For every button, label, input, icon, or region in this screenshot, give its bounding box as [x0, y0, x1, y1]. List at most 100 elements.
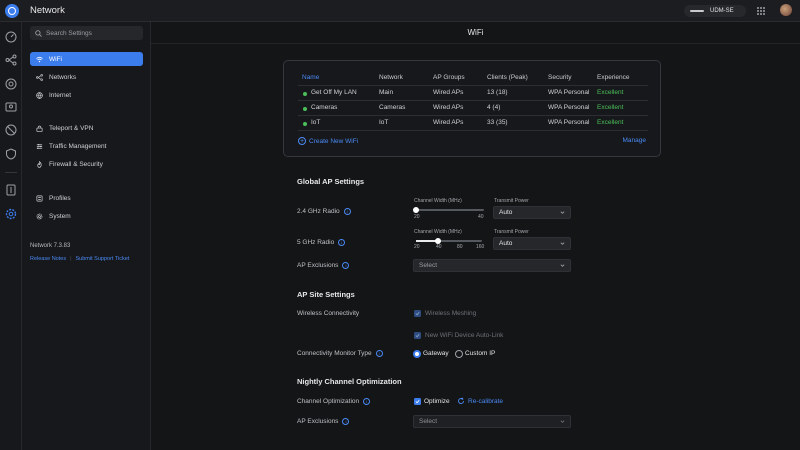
- radio-24-label: 2.4 GHz Radio: [297, 208, 340, 215]
- sidebar-item-system[interactable]: System: [30, 209, 143, 223]
- table-row[interactable]: IoT IoT Wired APs 33 (35) WPA Personal E…: [284, 116, 662, 130]
- table-row[interactable]: Cameras Cameras Wired APs 4 (4) WPA Pers…: [284, 101, 662, 115]
- settings-icon[interactable]: [5, 208, 17, 220]
- nightly-heading: Nightly Channel Optimization: [297, 377, 402, 386]
- status-dot: [303, 91, 307, 96]
- column-header-network[interactable]: Network: [379, 74, 403, 81]
- create-wifi-button[interactable]: + Create New WiFi: [298, 137, 358, 145]
- devices-icon[interactable]: [5, 78, 17, 90]
- release-notes-link[interactable]: Release Notes: [30, 256, 66, 262]
- channel-width-label-24: Channel Width (MHz): [414, 198, 462, 204]
- column-header-clients[interactable]: Clients (Peak): [487, 74, 528, 81]
- ap-exclusions-label: AP Exclusions: [297, 262, 339, 269]
- slider-handle[interactable]: [413, 206, 419, 213]
- sidebar-item-label: Internet: [49, 91, 72, 99]
- sidebar-item-label: Traffic Management: [49, 142, 107, 150]
- manage-link[interactable]: Manage: [623, 137, 647, 144]
- check-icon: [415, 311, 420, 316]
- optimize-checkbox[interactable]: [414, 398, 421, 405]
- wifi-networks-card: Name Network AP Groups Clients (Peak) Se…: [283, 60, 661, 157]
- gear-icon: [36, 213, 43, 219]
- cell-clients: 33 (35): [487, 119, 508, 126]
- table-row[interactable]: Get Off My LAN Main Wired APs 13 (18) WP…: [284, 86, 662, 100]
- select-value: Auto: [499, 240, 513, 247]
- info-icon[interactable]: i: [338, 239, 346, 246]
- channel-width-slider-24[interactable]: [413, 206, 484, 213]
- connectivity-monitor-label: Connectivity Monitor Type: [297, 350, 372, 357]
- cell-ap-groups: Wired APs: [433, 89, 464, 96]
- tick-label: 20: [414, 244, 420, 250]
- sidebar-item-traffic-management[interactable]: Traffic Management: [30, 139, 143, 153]
- column-header-ap-groups[interactable]: AP Groups: [433, 74, 465, 81]
- info-icon[interactable]: i: [343, 208, 351, 215]
- rail-divider: [5, 172, 17, 173]
- cell-ap-groups: Wired APs: [433, 119, 464, 126]
- cell-security: WPA Personal: [548, 119, 590, 126]
- search-icon: [35, 29, 42, 37]
- slider-handle[interactable]: [434, 237, 441, 244]
- sidebar-item-label: System: [49, 212, 71, 220]
- gateway-radio[interactable]: [413, 350, 421, 358]
- nightly-ap-exclusions-label: AP Exclusions: [297, 418, 339, 425]
- check-icon: [415, 333, 420, 338]
- search-box[interactable]: [30, 26, 143, 40]
- channel-width-slider-5[interactable]: [416, 237, 482, 244]
- nightly-ap-exclusions-label-row: AP Exclusions i: [297, 418, 350, 425]
- sidebar-item-wifi[interactable]: WiFi: [30, 52, 143, 66]
- wireless-meshing-label: Wireless Meshing: [425, 310, 477, 317]
- clients-icon[interactable]: [5, 101, 17, 113]
- ap-exclusions-select[interactable]: Select: [413, 259, 571, 272]
- column-header-experience[interactable]: Experience: [597, 74, 630, 81]
- recalibrate-button[interactable]: Re-calibrate: [457, 397, 503, 405]
- tick-label: 20: [414, 214, 420, 220]
- traffic-icon: [36, 143, 43, 149]
- info-icon[interactable]: i: [363, 398, 371, 405]
- sidebar-item-teleport-vpn[interactable]: Teleport & VPN: [30, 121, 143, 135]
- tick-label: 160: [476, 244, 485, 250]
- select-value: Select: [419, 262, 438, 269]
- insights-icon[interactable]: [5, 124, 17, 136]
- column-header-name[interactable]: Name: [302, 74, 319, 81]
- cell-name: IoT: [311, 119, 321, 126]
- wifi-icon: [36, 56, 43, 62]
- cell-network: Cameras: [379, 104, 406, 111]
- column-header-security[interactable]: Security: [548, 74, 571, 81]
- custom-ip-label: Custom IP: [465, 350, 496, 357]
- status-dot: [303, 121, 307, 126]
- avatar[interactable]: [780, 4, 792, 16]
- footer-links: Release Notes | Submit Support Ticket: [30, 256, 129, 262]
- sidebar-item-networks[interactable]: Networks: [30, 70, 143, 84]
- sidebar-item-firewall-security[interactable]: Firewall & Security: [30, 157, 143, 171]
- info-icon[interactable]: i: [375, 350, 383, 357]
- sidebar-item-profiles[interactable]: Profiles: [30, 191, 143, 205]
- support-ticket-link[interactable]: Submit Support Ticket: [76, 256, 130, 262]
- recalibrate-label: Re-calibrate: [468, 397, 504, 405]
- protect-icon[interactable]: [5, 148, 17, 160]
- dashboard-icon[interactable]: [5, 31, 17, 43]
- auto-link-checkbox[interactable]: [414, 332, 421, 339]
- global-ap-heading: Global AP Settings: [297, 177, 365, 186]
- transmit-power-select-5[interactable]: Auto: [493, 237, 571, 250]
- device-selector[interactable]: UDM-SE: [684, 5, 746, 17]
- search-input[interactable]: [46, 29, 136, 37]
- auto-link-label: New WiFi Device Auto-Link: [425, 332, 504, 339]
- cell-network: IoT: [379, 119, 389, 126]
- select-value: Auto: [499, 209, 513, 216]
- info-icon[interactable]: i: [342, 262, 350, 269]
- tick-label: 80: [457, 244, 463, 250]
- unifi-logo-icon[interactable]: [5, 4, 19, 18]
- cell-security: WPA Personal: [548, 104, 590, 111]
- system-log-icon[interactable]: [5, 184, 17, 196]
- apps-grid-icon[interactable]: [757, 7, 765, 15]
- transmit-power-label-24: Transmit Power: [494, 198, 529, 204]
- topology-icon[interactable]: [5, 54, 17, 66]
- transmit-power-select-24[interactable]: Auto: [493, 206, 571, 219]
- globe-icon: [36, 91, 43, 99]
- device-icon: [690, 10, 704, 12]
- wireless-meshing-checkbox[interactable]: [414, 310, 421, 317]
- nightly-ap-exclusions-select[interactable]: Select: [413, 415, 571, 428]
- cell-experience: Excellent: [597, 104, 624, 111]
- sidebar-item-internet[interactable]: Internet: [30, 88, 143, 102]
- custom-ip-radio[interactable]: [455, 350, 463, 358]
- info-icon[interactable]: i: [342, 418, 350, 425]
